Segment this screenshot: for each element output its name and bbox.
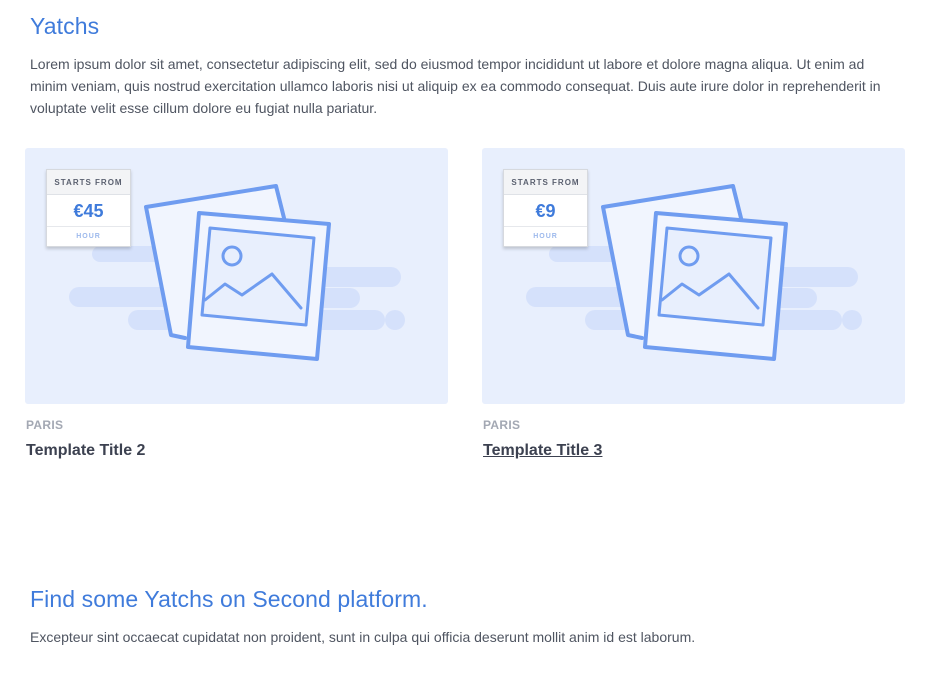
card-title-link[interactable]: Template Title 2	[26, 442, 145, 460]
listing-card[interactable]: STARTS FROM €45 HOUR PARIS Template Titl…	[25, 148, 448, 459]
second-section-title: Find some Yatchs on Second platform.	[30, 586, 428, 612]
price-label: STARTS FROM	[504, 170, 587, 195]
card-title-link[interactable]: Template Title 3	[483, 442, 602, 460]
price-unit: HOUR	[533, 233, 558, 240]
card-location: PARIS	[26, 418, 64, 432]
card-location: PARIS	[483, 418, 521, 432]
price-value: €9	[504, 195, 587, 227]
price-value: €45	[47, 195, 130, 227]
price-badge: STARTS FROM €9 HOUR	[503, 169, 588, 247]
section-description: Lorem ipsum dolor sit amet, consectetur …	[30, 56, 881, 116]
price-badge: STARTS FROM €45 HOUR	[46, 169, 131, 247]
section-title: Yatchs	[30, 13, 100, 39]
card-image[interactable]: STARTS FROM €9 HOUR	[482, 148, 905, 404]
price-unit: HOUR	[76, 233, 101, 240]
listing-card[interactable]: STARTS FROM €9 HOUR PARIS Template Title…	[482, 148, 905, 459]
card-image[interactable]: STARTS FROM €45 HOUR	[25, 148, 448, 404]
second-section-description: Excepteur sint occaecat cupidatat non pr…	[30, 629, 696, 645]
price-label: STARTS FROM	[47, 170, 130, 195]
